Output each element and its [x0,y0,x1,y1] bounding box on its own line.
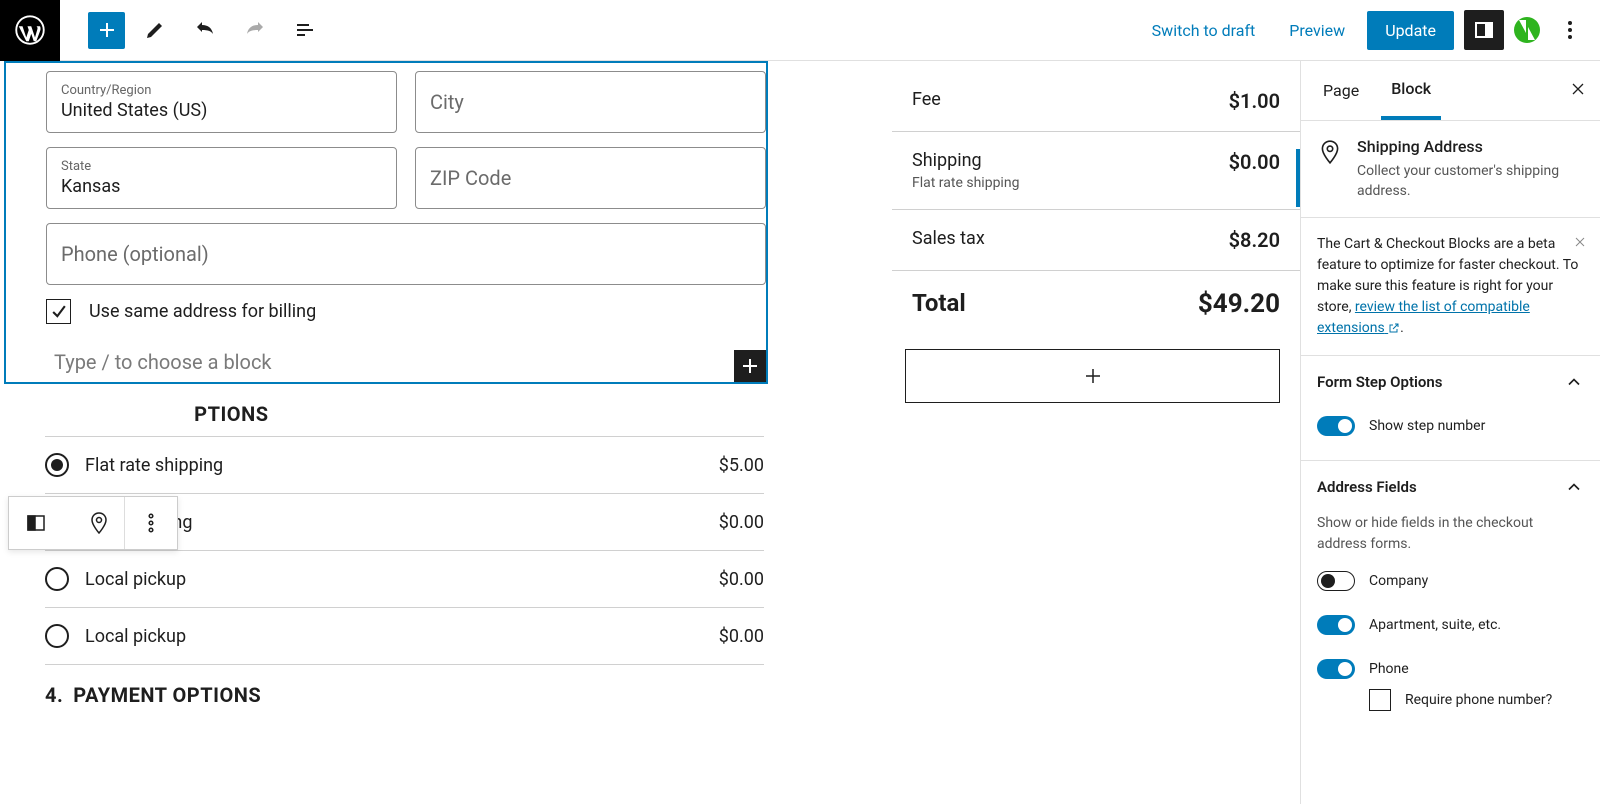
shipping-option[interactable]: Local pickup $0.00 [45,608,764,665]
shipping-address-block[interactable]: Country/Region United States (US) City S… [4,61,768,384]
switch-to-draft-link[interactable]: Switch to draft [1140,13,1268,48]
zip-field[interactable]: ZIP Code [415,147,766,209]
require-phone-label: Require phone number? [1405,692,1552,708]
close-sidebar-icon[interactable] [1568,79,1588,103]
location-pin-icon [1317,139,1343,165]
option-price: $5.00 [719,455,764,476]
option-label: Local pickup [85,569,703,590]
form-step-options-heading[interactable]: Form Step Options [1301,356,1600,408]
state-field[interactable]: State Kansas [46,147,397,209]
option-label: Flat rate shipping [85,455,703,476]
add-block-button[interactable] [88,12,125,49]
city-field[interactable]: City [415,71,766,133]
option-price: $0.00 [719,512,764,533]
undo-icon[interactable] [185,10,225,50]
state-value: Kansas [61,176,382,197]
add-inner-block-button[interactable] [734,350,766,382]
total-value: $49.20 [1198,289,1280,319]
list-view-icon[interactable] [285,10,325,50]
preview-link[interactable]: Preview [1277,13,1357,48]
tax-value: $8.20 [1229,228,1280,252]
phone-placeholder: Phone (optional) [61,242,751,266]
country-field[interactable]: Country/Region United States (US) [46,71,397,133]
zip-placeholder: ZIP Code [430,166,751,190]
shipping-value: $0.00 [1229,150,1280,174]
close-notice-icon[interactable] [1572,234,1588,250]
address-fields-hint: Show or hide fields in the checkout addr… [1317,513,1584,555]
option-label: Local pickup [85,626,703,647]
tab-block[interactable]: Block [1381,61,1441,120]
city-placeholder: City [430,90,751,114]
location-pin-icon[interactable] [73,497,125,549]
block-more-menu[interactable] [125,497,177,549]
tax-label: Sales tax [912,228,985,249]
phone-toggle[interactable] [1317,659,1355,679]
fee-label: Fee [912,89,941,110]
country-label: Country/Region [61,83,382,98]
shipping-label: Shipping [912,150,1019,171]
company-toggle[interactable] [1317,571,1355,591]
order-summary: Fee $1.00 Shipping Flat rate shipping $0… [892,61,1300,403]
fee-value: $1.00 [1229,89,1280,113]
editor-toolbar: Switch to draft Preview Update [0,0,1600,61]
jetpack-icon[interactable] [1514,17,1540,43]
beta-notice: The Cart & Checkout Blocks are a beta fe… [1301,218,1600,356]
total-label: Total [912,289,966,317]
apartment-label: Apartment, suite, etc. [1369,617,1501,633]
phone-field[interactable]: Phone (optional) [46,223,766,285]
state-label: State [61,159,382,174]
apartment-toggle[interactable] [1317,615,1355,635]
block-title: Shipping Address [1357,137,1584,156]
block-prompt[interactable]: Type / to choose a block [46,342,766,382]
require-phone-checkbox[interactable] [1369,689,1391,711]
payment-options-heading: 4.PAYMENT OPTIONS [0,665,1300,717]
settings-panel-toggle[interactable] [1464,10,1504,50]
address-fields-heading[interactable]: Address Fields [1301,461,1600,513]
update-button[interactable]: Update [1367,11,1454,50]
edit-icon[interactable] [135,10,175,50]
summary-add-block[interactable] [905,349,1280,403]
company-label: Company [1369,573,1428,589]
phone-label: Phone [1369,661,1409,677]
shipping-options-list: Flat rate shipping$5.00Free shipping$0.0… [0,436,764,665]
radio-button[interactable] [45,453,69,477]
block-description: Collect your customer's shipping address… [1357,162,1584,201]
more-menu[interactable] [1550,10,1590,50]
chevron-up-icon [1564,477,1584,497]
tab-page[interactable]: Page [1313,63,1369,118]
same-billing-label: Use same address for billing [89,301,316,322]
redo-icon[interactable] [235,10,275,50]
radio-button[interactable] [45,624,69,648]
shipping-option[interactable]: Flat rate shipping $5.00 [45,436,764,494]
radio-button[interactable] [45,567,69,591]
country-value: United States (US) [61,100,382,121]
show-step-number-toggle[interactable] [1317,416,1355,436]
wordpress-logo[interactable] [0,0,60,61]
settings-sidebar: Page Block Shipping Address Collect your… [1300,61,1600,804]
block-type-icon[interactable] [9,497,63,549]
same-billing-checkbox[interactable] [46,299,71,324]
option-price: $0.00 [719,626,764,647]
chevron-up-icon [1564,372,1584,392]
block-toolbar [8,496,178,550]
shipping-option[interactable]: Local pickup $0.00 [45,551,764,608]
show-step-number-label: Show step number [1369,418,1485,434]
option-price: $0.00 [719,569,764,590]
shipping-sub: Flat rate shipping [912,175,1019,191]
